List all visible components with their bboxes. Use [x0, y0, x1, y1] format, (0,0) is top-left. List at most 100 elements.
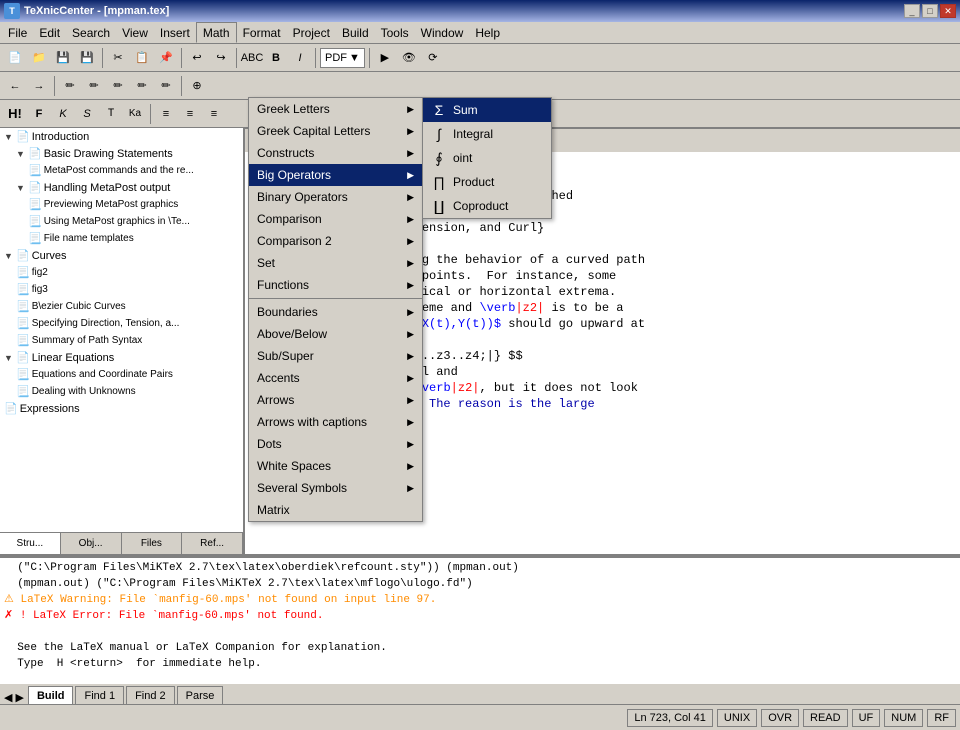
- save-all-button[interactable]: 💾: [76, 47, 98, 69]
- tab-structure[interactable]: Stru...: [0, 533, 61, 554]
- bottom-tab-find2[interactable]: Find 2: [126, 686, 175, 704]
- open-button[interactable]: 📁: [28, 47, 50, 69]
- arrow-left-button[interactable]: ←: [4, 75, 26, 97]
- menu-file[interactable]: File: [2, 22, 33, 43]
- menu-greek-capital[interactable]: Greek Capital Letters ▶: [249, 120, 422, 142]
- synctex-button[interactable]: ⟳: [422, 47, 444, 69]
- tree-item-equations[interactable]: 📃 Equations and Coordinate Pairs: [0, 366, 243, 383]
- menu-accents[interactable]: Accents ▶: [249, 367, 422, 389]
- menu-boundaries[interactable]: Boundaries ▶: [249, 301, 422, 323]
- submenu-product[interactable]: ∏ Product: [423, 170, 551, 194]
- tb2-btn1[interactable]: ✏: [59, 75, 81, 97]
- menu-greek-letters[interactable]: Greek Letters ▶: [249, 98, 422, 120]
- expand-icon[interactable]: ▼: [16, 183, 26, 193]
- menu-set[interactable]: Set ▶: [249, 252, 422, 274]
- tab-ref[interactable]: Ref...: [182, 533, 243, 554]
- menu-arrows-captions[interactable]: Arrows with captions ▶: [249, 411, 422, 433]
- tree-item-introduction[interactable]: ▼ 📄 Introduction: [0, 128, 243, 145]
- menu-above-below[interactable]: Above/Below ▶: [249, 323, 422, 345]
- tb3-tt[interactable]: T: [100, 103, 122, 125]
- nav-arrows[interactable]: ◀ ▶: [4, 691, 24, 704]
- tree-item-fig2[interactable]: 📃 fig2: [0, 264, 243, 281]
- menu-search[interactable]: Search: [66, 22, 116, 43]
- menu-white-spaces[interactable]: White Spaces ▶: [249, 455, 422, 477]
- menu-arrows[interactable]: Arrows ▶: [249, 389, 422, 411]
- tree-item-bezier[interactable]: 📃 B\ezier Cubic Curves: [0, 298, 243, 315]
- tree-item-metapost[interactable]: 📃 MetaPost commands and the re...: [0, 162, 243, 179]
- arrow-right-button[interactable]: →: [28, 75, 50, 97]
- tree-item-dealing[interactable]: 📃 Dealing with Unknowns: [0, 383, 243, 400]
- minimize-button[interactable]: _: [904, 4, 920, 18]
- tree-item-linear[interactable]: ▼ 📄 Linear Equations: [0, 349, 243, 366]
- menu-comparison[interactable]: Comparison ▶: [249, 208, 422, 230]
- tree-item-specifying[interactable]: 📃 Specifying Direction, Tension, a...: [0, 315, 243, 332]
- menu-dots[interactable]: Dots ▶: [249, 433, 422, 455]
- tree-item-filename[interactable]: 📃 File name templates: [0, 230, 243, 247]
- tree-item-curves[interactable]: ▼ 📄 Curves: [0, 247, 243, 264]
- tree-item-basic-drawing[interactable]: ▼ 📄 Basic Drawing Statements: [0, 145, 243, 162]
- tb2-btn3[interactable]: ✏: [107, 75, 129, 97]
- menu-view[interactable]: View: [116, 22, 154, 43]
- menu-sub-super[interactable]: Sub/Super ▶: [249, 345, 422, 367]
- menu-math[interactable]: Math: [196, 22, 237, 43]
- tree-item-fig3[interactable]: 📃 fig3: [0, 281, 243, 298]
- tree-item-handling[interactable]: ▼ 📄 Handling MetaPost output: [0, 179, 243, 196]
- tab-objects[interactable]: Obj...: [61, 533, 122, 554]
- menu-project[interactable]: Project: [287, 22, 336, 43]
- bold-button[interactable]: B: [265, 47, 287, 69]
- submenu-integral[interactable]: ∫ Integral: [423, 122, 551, 146]
- menu-format[interactable]: Format: [237, 22, 287, 43]
- menu-big-operators[interactable]: Big Operators ▶: [249, 164, 422, 186]
- bottom-tab-build[interactable]: Build: [28, 686, 74, 704]
- redo-button[interactable]: ↪: [210, 47, 232, 69]
- spell-button[interactable]: ABC: [241, 47, 263, 69]
- tb3-sc[interactable]: Ka: [124, 103, 146, 125]
- menu-edit[interactable]: Edit: [33, 22, 66, 43]
- expand-icon[interactable]: ▼: [4, 132, 14, 142]
- cut-button[interactable]: ✂: [107, 47, 129, 69]
- menu-build[interactable]: Build: [336, 22, 375, 43]
- menu-tools[interactable]: Tools: [375, 22, 415, 43]
- compile-button[interactable]: ▶: [374, 47, 396, 69]
- tb3-bf[interactable]: F: [28, 103, 50, 125]
- new-button[interactable]: 📄: [4, 47, 26, 69]
- tb2-btn5[interactable]: ✏: [155, 75, 177, 97]
- tb2-btn2[interactable]: ✏: [83, 75, 105, 97]
- expand-icon[interactable]: ▼: [4, 353, 14, 363]
- menu-comparison2[interactable]: Comparison 2 ▶: [249, 230, 422, 252]
- tb3-align2[interactable]: ≡: [179, 103, 201, 125]
- tree-item-previewing[interactable]: 📃 Previewing MetaPost graphics: [0, 196, 243, 213]
- menu-several-symbols[interactable]: Several Symbols ▶: [249, 477, 422, 499]
- menu-window[interactable]: Window: [415, 22, 470, 43]
- expand-icon[interactable]: ▼: [16, 149, 26, 159]
- tab-files[interactable]: Files: [122, 533, 183, 554]
- submenu-oint[interactable]: ∮ oint: [423, 146, 551, 170]
- menu-matrix[interactable]: Matrix: [249, 499, 422, 521]
- menu-binary-operators[interactable]: Binary Operators ▶: [249, 186, 422, 208]
- menu-insert[interactable]: Insert: [154, 22, 196, 43]
- paste-button[interactable]: 📌: [155, 47, 177, 69]
- bottom-tab-parse[interactable]: Parse: [177, 686, 224, 704]
- bottom-tab-find1[interactable]: Find 1: [75, 686, 124, 704]
- copy-button[interactable]: 📋: [131, 47, 153, 69]
- submenu-sum[interactable]: Σ Sum: [423, 98, 551, 122]
- expand-icon[interactable]: ▼: [4, 251, 14, 261]
- tb3-sl[interactable]: S: [76, 103, 98, 125]
- close-button[interactable]: ✕: [940, 4, 956, 18]
- tree-item-summary[interactable]: 📃 Summary of Path Syntax: [0, 332, 243, 349]
- tb3-align3[interactable]: ≡: [203, 103, 225, 125]
- save-button[interactable]: 💾: [52, 47, 74, 69]
- tree-item-expressions[interactable]: 📄 Expressions: [0, 400, 243, 417]
- menu-help[interactable]: Help: [469, 22, 506, 43]
- tree-item-using[interactable]: 📃 Using MetaPost graphics in \Te...: [0, 213, 243, 230]
- submenu-coproduct[interactable]: ∐ Coproduct: [423, 194, 551, 218]
- menu-functions[interactable]: Functions ▶: [249, 274, 422, 296]
- view-button[interactable]: 👁: [398, 47, 420, 69]
- tb3-align1[interactable]: ≡: [155, 103, 177, 125]
- tb3-h[interactable]: H!: [4, 103, 26, 125]
- tb3-it[interactable]: K: [52, 103, 74, 125]
- tb2-btn6[interactable]: ⊕: [186, 75, 208, 97]
- italic-button[interactable]: I: [289, 47, 311, 69]
- menu-constructs[interactable]: Constructs ▶: [249, 142, 422, 164]
- maximize-button[interactable]: □: [922, 4, 938, 18]
